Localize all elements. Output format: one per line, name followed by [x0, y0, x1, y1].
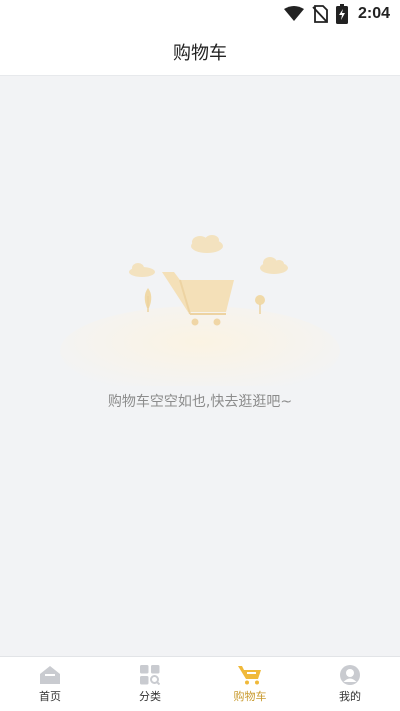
tab-cart[interactable]: 购物车	[200, 657, 300, 711]
tab-category[interactable]: 分类	[100, 657, 200, 711]
category-icon	[140, 664, 160, 685]
status-bar: 2:04	[0, 0, 400, 28]
profile-icon	[340, 664, 360, 685]
wifi-icon	[283, 6, 304, 22]
home-icon	[39, 665, 61, 685]
tab-profile[interactable]: 我的	[300, 657, 400, 711]
tab-category-label: 分类	[139, 689, 161, 703]
page-title: 购物车	[173, 42, 227, 64]
battery-charging-icon	[335, 4, 348, 24]
tab-home[interactable]: 首页	[0, 657, 100, 711]
bottom-tab-bar: 首页 分类 购物车 我的	[0, 656, 400, 711]
empty-cart-illustration	[60, 235, 340, 386]
cart-icon	[238, 665, 262, 685]
header: 购物车	[0, 28, 400, 76]
tab-cart-label: 购物车	[233, 689, 267, 703]
empty-cart-message: 购物车空空如也,快去逛逛吧~	[107, 394, 293, 410]
cart-content: 购物车空空如也,快去逛逛吧~	[0, 76, 400, 684]
tab-profile-label: 我的	[339, 689, 361, 703]
status-time: 2:04	[357, 5, 390, 22]
no-sim-icon	[312, 5, 328, 23]
tab-home-label: 首页	[39, 689, 61, 703]
